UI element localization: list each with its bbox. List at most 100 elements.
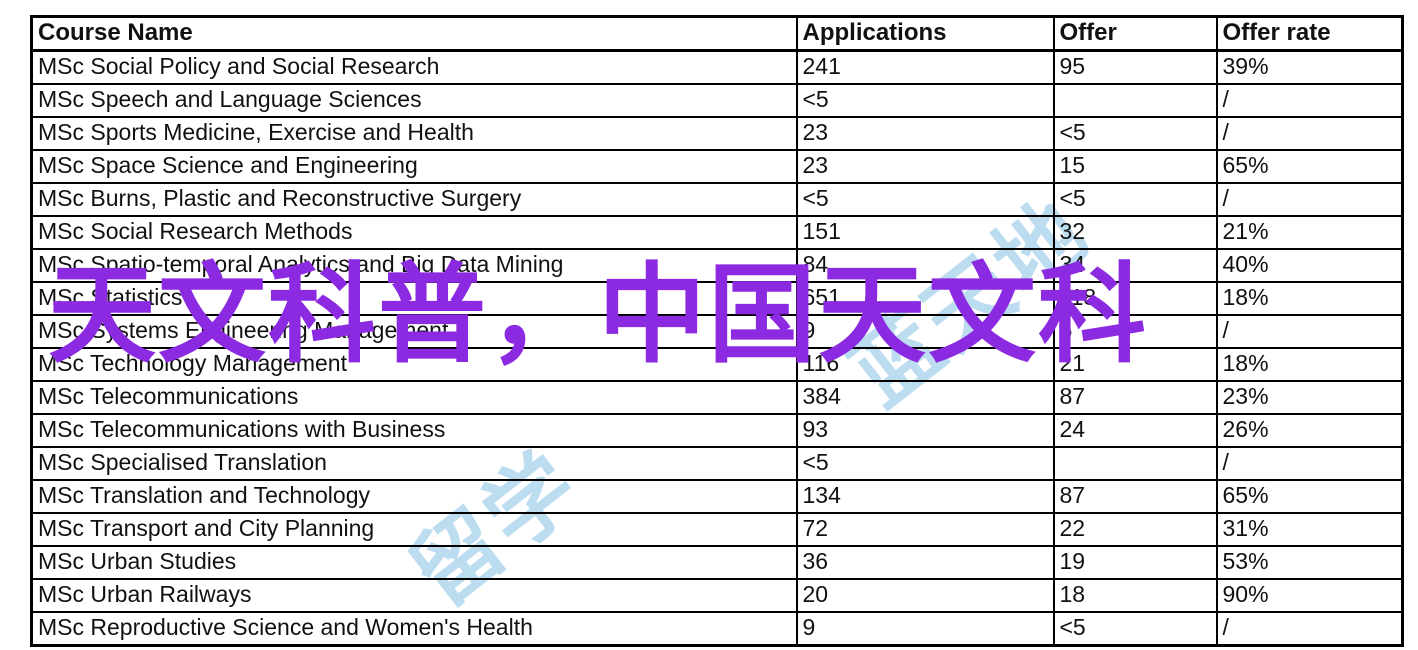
cell-offer: <5 bbox=[1052, 116, 1218, 151]
cell-offer: 118 bbox=[1052, 281, 1218, 316]
table-row: MSc Urban Railways 20 18 90% bbox=[30, 578, 1404, 613]
cell-course: MSc Social Policy and Social Research bbox=[30, 49, 798, 85]
cell-offer_rate: 90% bbox=[1215, 578, 1404, 613]
table-row: MSc Speech and Language Sciences <5 / bbox=[30, 83, 1404, 118]
table-row: MSc Telecommunications with Business 93 24… bbox=[30, 413, 1404, 448]
cell-applications: 116 bbox=[795, 347, 1055, 382]
cell-course: MSc Spatio-temporal Analytics and Big Da… bbox=[30, 248, 798, 283]
cell-applications: 9 bbox=[795, 314, 1055, 349]
cell-applications: 23 bbox=[795, 116, 1055, 151]
cell-applications: 151 bbox=[795, 215, 1055, 250]
cell-offer: 18 bbox=[1052, 578, 1218, 613]
cell-course: MSc Urban Railways bbox=[30, 578, 798, 613]
cell-course: MSc Speech and Language Sciences bbox=[30, 83, 798, 118]
cell-applications: 36 bbox=[795, 545, 1055, 580]
table-header-row: Course Name Applications Offer Offer rat… bbox=[30, 15, 1404, 52]
cell-offer_rate: 26% bbox=[1215, 413, 1404, 448]
cell-offer: 21 bbox=[1052, 347, 1218, 382]
cell-course: MSc Translation and Technology bbox=[30, 479, 798, 514]
cell-offer_rate: 65% bbox=[1215, 149, 1404, 184]
column-header-offer-rate: Offer rate bbox=[1215, 15, 1404, 52]
cell-offer_rate: 18% bbox=[1215, 281, 1404, 316]
table-row: MSc Reproductive Science and Women's Hea… bbox=[30, 611, 1404, 647]
cell-offer_rate: / bbox=[1215, 446, 1404, 481]
cell-offer: 34 bbox=[1052, 248, 1218, 283]
cell-course: MSc Urban Studies bbox=[30, 545, 798, 580]
cell-applications: <5 bbox=[795, 83, 1055, 118]
cell-offer: 87 bbox=[1052, 380, 1218, 415]
cell-applications: 241 bbox=[795, 49, 1055, 85]
cell-offer: 22 bbox=[1052, 512, 1218, 547]
cell-applications: <5 bbox=[795, 446, 1055, 481]
cell-applications: 134 bbox=[795, 479, 1055, 514]
table-row: MSc Statistics 651 118 18% bbox=[30, 281, 1404, 316]
cell-applications: 651 bbox=[795, 281, 1055, 316]
cell-applications: 72 bbox=[795, 512, 1055, 547]
table-row: MSc Spatio-temporal Analytics and Big Da… bbox=[30, 248, 1404, 283]
cell-course: MSc Sports Medicine, Exercise and Health bbox=[30, 116, 798, 151]
cell-offer_rate: 39% bbox=[1215, 49, 1404, 85]
table-row: MSc Urban Studies 36 19 53% bbox=[30, 545, 1404, 580]
cell-offer_rate: 65% bbox=[1215, 479, 1404, 514]
cell-offer: <5 bbox=[1052, 182, 1218, 217]
course-statistics-table: Course Name Applications Offer Offer rat… bbox=[30, 15, 1404, 647]
table-row: MSc Space Science and Engineering 23 15 65% bbox=[30, 149, 1404, 184]
cell-applications: <5 bbox=[795, 182, 1055, 217]
cell-applications: 84 bbox=[795, 248, 1055, 283]
cell-course: MSc Reproductive Science and Women's Hea… bbox=[30, 611, 798, 647]
table-row: MSc Technology Management 116 21 18% bbox=[30, 347, 1404, 382]
cell-offer bbox=[1052, 446, 1218, 481]
cell-offer: 5 bbox=[1052, 314, 1218, 349]
cell-offer: 19 bbox=[1052, 545, 1218, 580]
cell-offer_rate: / bbox=[1215, 314, 1404, 349]
course-statistics-table-container: Course Name Applications Offer Offer rat… bbox=[30, 15, 1404, 647]
table-row: MSc Telecommunications 384 87 23% bbox=[30, 380, 1404, 415]
cell-offer_rate: / bbox=[1215, 116, 1404, 151]
cell-applications: 20 bbox=[795, 578, 1055, 613]
table-row: MSc Systems Engineering Management 9 5/ bbox=[30, 314, 1404, 349]
cell-offer: 87 bbox=[1052, 479, 1218, 514]
column-header-course-name: Course Name bbox=[30, 15, 798, 52]
cell-applications: 384 bbox=[795, 380, 1055, 415]
table-body: MSc Social Policy and Social Research 241… bbox=[30, 49, 1404, 647]
cell-offer: 15 bbox=[1052, 149, 1218, 184]
cell-applications: 23 bbox=[795, 149, 1055, 184]
cell-offer_rate: 31% bbox=[1215, 512, 1404, 547]
cell-offer_rate: 18% bbox=[1215, 347, 1404, 382]
cell-offer_rate: / bbox=[1215, 83, 1404, 118]
cell-offer_rate: 40% bbox=[1215, 248, 1404, 283]
table-header: Course Name Applications Offer Offer rat… bbox=[30, 15, 1404, 52]
cell-offer bbox=[1052, 83, 1218, 118]
cell-course: MSc Social Research Methods bbox=[30, 215, 798, 250]
column-header-offer: Offer bbox=[1052, 15, 1218, 52]
table-row: MSc Social Policy and Social Research 241… bbox=[30, 49, 1404, 85]
cell-applications: 93 bbox=[795, 413, 1055, 448]
cell-offer: <5 bbox=[1052, 611, 1218, 647]
cell-offer: 32 bbox=[1052, 215, 1218, 250]
table-row: MSc Sports Medicine, Exercise and Health… bbox=[30, 116, 1404, 151]
cell-course: MSc Statistics bbox=[30, 281, 798, 316]
table-row: MSc Burns, Plastic and Reconstructive Su… bbox=[30, 182, 1404, 217]
cell-course: MSc Burns, Plastic and Reconstructive Su… bbox=[30, 182, 798, 217]
screenshot-canvas: 留学 蓝天地 Course Name Applications Offer Of… bbox=[0, 0, 1418, 650]
cell-offer_rate: 23% bbox=[1215, 380, 1404, 415]
cell-course: MSc Systems Engineering Management bbox=[30, 314, 798, 349]
cell-course: MSc Technology Management bbox=[30, 347, 798, 382]
cell-offer_rate: / bbox=[1215, 611, 1404, 647]
cell-offer: 95 bbox=[1052, 49, 1218, 85]
cell-offer_rate: / bbox=[1215, 182, 1404, 217]
cell-offer_rate: 21% bbox=[1215, 215, 1404, 250]
cell-course: MSc Telecommunications bbox=[30, 380, 798, 415]
cell-course: MSc Telecommunications with Business bbox=[30, 413, 798, 448]
column-header-applications: Applications bbox=[795, 15, 1055, 52]
cell-course: MSc Specialised Translation bbox=[30, 446, 798, 481]
cell-offer_rate: 53% bbox=[1215, 545, 1404, 580]
table-row: MSc Social Research Methods 151 32 21% bbox=[30, 215, 1404, 250]
cell-offer: 24 bbox=[1052, 413, 1218, 448]
cell-course: MSc Space Science and Engineering bbox=[30, 149, 798, 184]
cell-applications: 9 bbox=[795, 611, 1055, 647]
table-row: MSc Specialised Translation <5 / bbox=[30, 446, 1404, 481]
table-row: MSc Transport and City Planning 72 22 31% bbox=[30, 512, 1404, 547]
table-row: MSc Translation and Technology 134 87 65% bbox=[30, 479, 1404, 514]
cell-course: MSc Transport and City Planning bbox=[30, 512, 798, 547]
